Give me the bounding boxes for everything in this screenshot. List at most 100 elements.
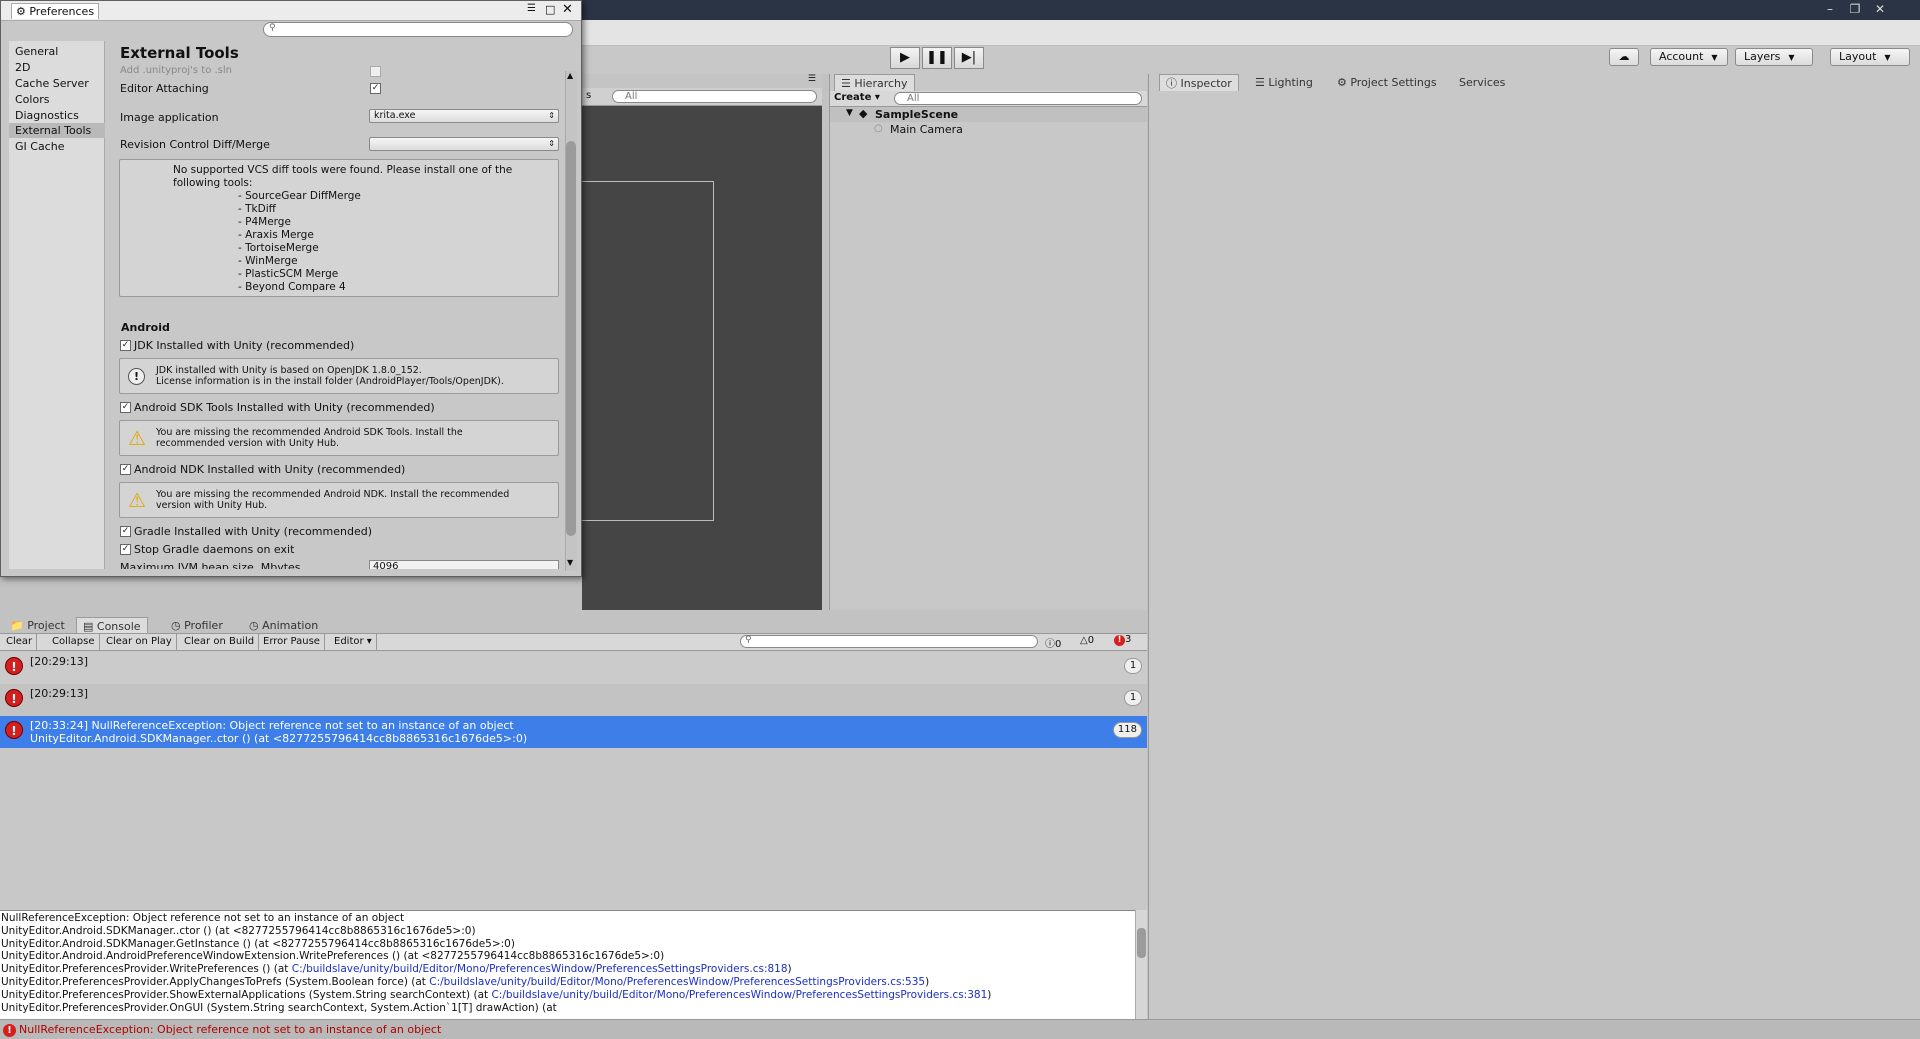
error-count-toggle[interactable]: ! 3	[1114, 634, 1131, 646]
stacktrace-panel[interactable]: NullReferenceException: Object reference…	[0, 910, 1135, 1019]
preferences-search-input[interactable]: ⚲	[263, 22, 573, 37]
nav-item-gi-cache[interactable]: GI Cache	[15, 139, 103, 154]
scroll-up-icon[interactable]: ▲	[567, 71, 573, 80]
tab-console[interactable]: ▤ Console	[76, 617, 148, 634]
vcs-help-box: No supported VCS diff tools were found. …	[119, 159, 559, 297]
tab-hierarchy[interactable]: ☰ Hierarchy	[834, 74, 915, 91]
expand-icon[interactable]: ▼	[846, 108, 853, 118]
gradle-checkbox[interactable]: ✓	[120, 526, 131, 537]
nav-item-2d[interactable]: 2D	[15, 60, 103, 75]
log-count-badge: 1	[1124, 658, 1142, 674]
error-count: 3	[1125, 634, 1132, 645]
preferences-title: Preferences	[29, 5, 95, 18]
tab-project[interactable]: 📁 Project	[4, 617, 71, 634]
maximize-icon[interactable]: □	[545, 3, 555, 16]
animation-icon: ◷	[249, 619, 263, 632]
warning-icon: ⚠	[128, 488, 146, 512]
console-search-input[interactable]: ⚲	[740, 635, 1038, 648]
stacktrace-link[interactable]: C:/buildslave/unity/build/Editor/Mono/Pr…	[429, 976, 925, 988]
scrollbar-thumb[interactable]	[1137, 928, 1146, 958]
add-unityproj-checkbox[interactable]	[370, 66, 381, 77]
stop-gradle-checkbox[interactable]: ✓	[120, 544, 131, 555]
scene-header: ☰	[582, 74, 822, 88]
clear-on-play-button[interactable]: Clear on Play	[102, 634, 177, 650]
info-count-toggle[interactable]: ⓘ0	[1045, 635, 1061, 650]
stacktrace-line: UnityEditor.PreferencesProvider.ApplyCha…	[1, 976, 1134, 989]
nav-item-general[interactable]: General	[15, 44, 103, 59]
log-row[interactable]: ! [20:29:13] 1	[0, 652, 1147, 684]
preferences-tab[interactable]: ⚙ Preferences	[11, 3, 100, 19]
panel-menu-icon[interactable]: ☰	[527, 3, 536, 14]
layout-dropdown[interactable]: Layout ▼	[1830, 48, 1910, 66]
inspector-tab-label: Inspector	[1180, 77, 1232, 90]
close-icon[interactable]: ✕	[562, 2, 573, 17]
editor-label: Editor	[334, 636, 364, 647]
tab-profiler[interactable]: ◷ Profiler	[165, 617, 229, 634]
tab-inspector[interactable]: ⓘ Inspector	[1159, 74, 1239, 91]
warning-count-toggle[interactable]: △0	[1080, 635, 1094, 646]
editor-dropdown[interactable]: Editor ▾	[330, 634, 377, 650]
nav-item-colors[interactable]: Colors	[15, 92, 103, 107]
tab-animation[interactable]: ◷ Animation	[243, 617, 324, 634]
stacktrace-link[interactable]: C:/buildslave/unity/build/Editor/Mono/Pr…	[491, 989, 987, 1001]
preferences-titlebar[interactable]: ⚙ Preferences ☰ □ ✕	[1, 1, 581, 21]
panel-menu-icon[interactable]: ☰	[808, 74, 816, 84]
account-dropdown[interactable]: Account ▼	[1650, 48, 1728, 66]
error-pause-button[interactable]: Error Pause	[259, 634, 325, 650]
android-sdk-checkbox[interactable]: ✓	[120, 402, 131, 413]
jvm-heap-input[interactable]: 4096	[369, 560, 559, 569]
clear-on-build-button[interactable]: Clear on Build	[180, 634, 260, 650]
lighting-tab-label: Lighting	[1268, 76, 1313, 89]
android-ndk-checkbox[interactable]: ✓	[120, 464, 131, 475]
scene-view[interactable]	[582, 106, 822, 610]
stacktrace-line: UnityEditor.PreferencesProvider.ShowExte…	[1, 989, 1134, 1002]
log-row[interactable]: ! [20:29:13] 1	[0, 684, 1147, 716]
pause-button[interactable]: ❚❚	[922, 47, 952, 69]
scrollbar-thumb[interactable]	[566, 141, 576, 536]
profiler-tab-label: Profiler	[184, 619, 223, 632]
checkmark-icon: ✓	[371, 83, 380, 93]
search-icon: ⚲	[745, 635, 752, 645]
hierarchy-search-input[interactable]: All	[894, 92, 1142, 105]
info-count: 0	[1055, 639, 1062, 650]
scene-row[interactable]: ▼ ◆ SampleScene	[830, 107, 1147, 122]
layout-label: Layout	[1839, 50, 1877, 63]
create-dropdown[interactable]: Create ▾	[834, 92, 880, 103]
editor-attaching-checkbox[interactable]: ✓	[370, 83, 381, 94]
tab-services[interactable]: Services	[1453, 74, 1511, 91]
cloud-button[interactable]: ☁	[1609, 48, 1639, 66]
nav-item-diagnostics[interactable]: Diagnostics	[15, 108, 103, 123]
collapse-button[interactable]: Collapse	[48, 634, 100, 650]
tab-lighting[interactable]: ☰ Lighting	[1249, 74, 1319, 91]
jdk-checkbox[interactable]: ✓	[120, 340, 131, 351]
play-button[interactable]: ▶	[890, 47, 920, 69]
stop-gradle-label: Stop Gradle daemons on exit	[134, 543, 295, 556]
sdk-warning-text: You are missing the recommended Android …	[156, 427, 463, 438]
stacktrace-link[interactable]: C:/buildslave/unity/build/Editor/Mono/Pr…	[292, 963, 788, 975]
console-tabs: 📁 Project ▤ Console ◷ Profiler ◷ Animati…	[0, 617, 1147, 634]
preferences-window: ⚙ Preferences ☰ □ ✕ ⚲ General 2D Cache S…	[0, 0, 582, 577]
restore-icon[interactable]: ❐	[1845, 2, 1865, 16]
folder-icon: 📁	[10, 619, 28, 632]
stacktrace-line: UnityEditor.Android.SDKManager.GetInstan…	[1, 937, 515, 950]
scene-options-label[interactable]: s	[586, 90, 591, 101]
close-icon[interactable]: ✕	[1870, 2, 1890, 16]
scene-search-input[interactable]: All	[612, 90, 817, 103]
sdk-warning-text: recommended version with Unity Hub.	[156, 438, 340, 449]
clear-button[interactable]: Clear	[2, 634, 38, 650]
revision-control-dropdown[interactable]: ⇕	[369, 137, 559, 151]
minimize-icon[interactable]: –	[1820, 2, 1840, 16]
jdk-info-box: ! JDK installed with Unity is based on O…	[119, 358, 559, 394]
scroll-down-icon[interactable]: ▼	[567, 558, 573, 567]
step-button[interactable]: ▶|	[954, 47, 984, 69]
scene-toolbar: s All	[582, 88, 822, 106]
tab-project-settings[interactable]: ⚙ Project Settings	[1331, 74, 1443, 91]
log-row-selected[interactable]: ! [20:33:24] NullReferenceException: Obj…	[0, 716, 1147, 748]
status-bar[interactable]: ! NullReferenceException: Object referenc…	[0, 1019, 1920, 1039]
layers-dropdown[interactable]: Layers ▼	[1735, 48, 1813, 66]
stacktrace-scrollbar[interactable]	[1135, 910, 1147, 1019]
nav-item-cache-server[interactable]: Cache Server	[15, 76, 103, 91]
hierarchy-item[interactable]: ○ Main Camera	[874, 123, 1144, 137]
image-application-dropdown[interactable]: krita.exe ⇕	[369, 109, 559, 123]
nav-item-external-tools[interactable]: External Tools	[9, 123, 105, 138]
